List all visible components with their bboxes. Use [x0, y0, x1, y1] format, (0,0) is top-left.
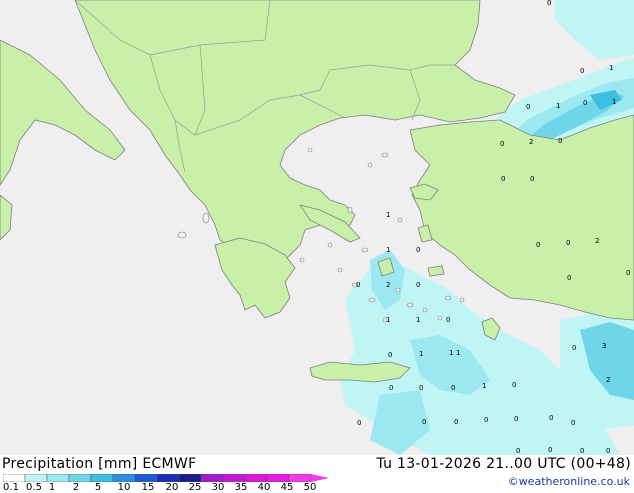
- value-label: 0: [536, 241, 540, 249]
- credit-link[interactable]: ©weatheronline.co.uk: [508, 475, 630, 488]
- scale-swatch: [90, 474, 114, 482]
- value-label: 0: [626, 269, 630, 277]
- scale-swatch: [134, 474, 158, 482]
- value-label: 0: [484, 416, 488, 424]
- value-label: 0: [419, 384, 423, 392]
- value-label: 0: [580, 447, 584, 455]
- scale-swatch: [222, 474, 246, 482]
- value-label: 2: [595, 237, 599, 245]
- value-label: 0: [547, 0, 551, 7]
- scale-tick: 20: [165, 482, 179, 493]
- scale-tick: 15: [141, 482, 155, 493]
- value-label: 1: [456, 349, 460, 357]
- value-label: 0: [389, 384, 393, 392]
- value-label: 0: [501, 175, 505, 183]
- value-label: 0: [451, 384, 455, 392]
- value-label: 0: [422, 418, 426, 426]
- scale-swatch: [3, 474, 26, 482]
- scale-tick: 5: [94, 482, 102, 493]
- value-label: 1: [386, 246, 390, 254]
- value-label: 1: [556, 102, 560, 110]
- scale-tick: 50: [303, 482, 317, 493]
- product-title: Precipitation [mm] ECMWF: [2, 456, 196, 472]
- value-label: 0: [500, 140, 504, 148]
- value-label: 2: [386, 281, 390, 289]
- value-label: 1: [386, 316, 390, 324]
- value-label: 0: [549, 414, 553, 422]
- scale-swatch: [178, 474, 202, 482]
- scale-tick: 2: [72, 482, 80, 493]
- scale-tick: 0.5: [26, 482, 42, 493]
- value-label: 1: [609, 64, 613, 72]
- value-label: 0: [606, 447, 610, 455]
- value-label: 0: [571, 419, 575, 427]
- value-label: 0: [357, 419, 361, 427]
- scale-swatch: [266, 474, 290, 482]
- crete-land: [309, 361, 411, 383]
- scale-tick: 1: [48, 482, 56, 493]
- scale-tick: 25: [188, 482, 202, 493]
- value-label: 2: [606, 376, 610, 384]
- value-label: 0: [388, 351, 392, 359]
- legend-footer: Precipitation [mm] ECMWF Tu 13-01-2026 2…: [0, 455, 634, 493]
- value-label: 0: [416, 246, 420, 254]
- scale-swatch: [156, 474, 180, 482]
- value-label: 3: [602, 342, 606, 350]
- value-label: 0: [416, 281, 420, 289]
- samos-land: [427, 265, 445, 277]
- value-label: 0: [580, 67, 584, 75]
- scale-tick: 30: [211, 482, 225, 493]
- value-label: 0: [512, 381, 516, 389]
- value-label: 0: [558, 137, 562, 145]
- scale-swatch: [288, 474, 312, 482]
- valid-time: Tu 13-01-2026 21..00 UTC (00+48): [376, 456, 631, 472]
- value-label: 0: [572, 344, 576, 352]
- value-label: 0: [566, 239, 570, 247]
- scale-swatch: [68, 474, 92, 482]
- scale-tick: 35: [234, 482, 248, 493]
- value-label: 1: [386, 211, 390, 219]
- product-title-text: Precipitation [mm]: [2, 456, 138, 472]
- value-label: 0: [530, 175, 534, 183]
- value-label: 0: [516, 447, 520, 455]
- value-label: 0: [567, 274, 571, 282]
- value-label: 0: [356, 281, 360, 289]
- scale-swatch: [244, 474, 268, 482]
- value-label: 0: [446, 316, 450, 324]
- value-label: 1: [416, 316, 420, 324]
- scale-swatch: [112, 474, 136, 482]
- value-label: 2: [529, 138, 533, 146]
- value-label: 1: [482, 382, 486, 390]
- scale-tick: 10: [117, 482, 131, 493]
- scale-tick: 40: [257, 482, 271, 493]
- scale-tick: 0.1: [3, 482, 19, 493]
- precipitation-map: 0 1 0 1 0 1 0 2 0 0 0 1 1 0 2 0 0 0 0 1 …: [0, 0, 634, 455]
- scale-swatch: [46, 474, 70, 482]
- value-label: 1: [612, 98, 616, 106]
- value-label: 1: [449, 349, 453, 357]
- model-name: ECMWF: [142, 456, 197, 472]
- value-label: 0: [454, 418, 458, 426]
- value-label: 0: [514, 415, 518, 423]
- value-label: 0: [526, 103, 530, 111]
- color-scale: [3, 474, 329, 482]
- scale-arrow: [311, 474, 329, 482]
- value-label: 0: [583, 99, 587, 107]
- scale-tick: 45: [280, 482, 294, 493]
- value-label: 0: [548, 446, 552, 454]
- value-label: 1: [419, 350, 423, 358]
- scale-swatch: [200, 474, 224, 482]
- scale-swatch: [24, 474, 48, 482]
